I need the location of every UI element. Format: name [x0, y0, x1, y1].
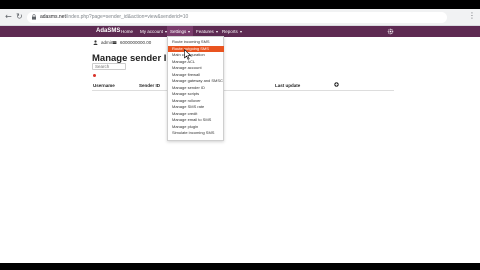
status-dot: [93, 74, 96, 77]
url-path: /index.php?page=sender_id&action=view&se…: [65, 14, 189, 20]
search-input[interactable]: [92, 63, 126, 70]
menu-item-route-outgoing-sms[interactable]: Route outgoing SMS: [168, 45, 224, 52]
nav-settings-label: Settings: [170, 29, 187, 34]
menu-item-manage-email-to-sms[interactable]: Manage email to SMS: [168, 117, 224, 123]
mouse-cursor-icon: [184, 49, 191, 60]
chevron-down-icon: [239, 30, 242, 33]
nav-my-account-label: My account: [140, 29, 164, 34]
menu-item-simulate-incoming-sms[interactable]: Simulate incoming SMS: [168, 130, 224, 136]
back-arrow-icon[interactable]: ←: [5, 13, 12, 21]
column-header-sender-id[interactable]: Sender ID: [139, 83, 160, 88]
column-header-username[interactable]: Username: [93, 83, 115, 88]
brand-logo[interactable]: AdaSMS: [96, 28, 120, 35]
credit-icon: [112, 41, 117, 44]
menu-item-manage-sender-id[interactable]: Manage sender ID: [168, 85, 224, 91]
lock-icon: [32, 14, 36, 20]
menu-item-manage-rollover[interactable]: Manage rollover: [168, 98, 224, 104]
menu-item-manage-gateway-smsc[interactable]: Manage gateway and SMSC: [168, 78, 224, 84]
reload-icon[interactable]: ↻: [16, 13, 23, 21]
url-text: adasms.net/index.php?page=sender_id&acti…: [40, 14, 188, 21]
nav-features-label: Features: [196, 29, 214, 34]
user-icon: [93, 40, 98, 45]
browser-bar: ← ↻ adasms.net/index.php?page=sender_id&…: [0, 9, 480, 26]
chevron-down-icon: [188, 30, 191, 33]
table-divider: [92, 90, 394, 91]
menu-item-manage-plugin[interactable]: Manage plugin: [168, 124, 224, 130]
menu-item-manage-credit[interactable]: Manage credit: [168, 111, 224, 117]
credit-value: 6000000000.00: [120, 40, 152, 45]
url-host: adasms.net: [40, 14, 66, 20]
nav-home[interactable]: Home: [118, 26, 136, 37]
browser-menu-icon[interactable]: ⋮: [468, 12, 476, 20]
chevron-down-icon: [215, 30, 218, 33]
menu-item-manage-firewall[interactable]: Manage firewall: [168, 72, 224, 78]
menu-item-main-configuration[interactable]: Main configuration: [168, 52, 224, 58]
nav-my-account[interactable]: My account: [137, 26, 170, 37]
menu-item-manage-scripts[interactable]: Manage scripts: [168, 91, 224, 97]
menu-item-route-incoming-sms[interactable]: Route incoming SMS: [168, 39, 224, 45]
gear-icon[interactable]: [387, 28, 394, 35]
menu-item-manage-account[interactable]: Manage account: [168, 65, 224, 71]
browser-viewport: ← ↻ adasms.net/index.php?page=sender_id&…: [0, 9, 480, 263]
nav-home-label: Home: [121, 29, 134, 34]
menu-item-manage-sms-rate[interactable]: Manage SMS rate: [168, 104, 224, 110]
menu-item-manage-acl[interactable]: Manage ACL: [168, 59, 224, 65]
nav-reports-label: Reports: [222, 29, 238, 34]
settings-dropdown-menu: Route incoming SMS Route outgoing SMS Ma…: [167, 36, 224, 141]
app-navbar: AdaSMS Home My account Settings Features…: [0, 26, 480, 37]
column-header-last-update[interactable]: Last update: [275, 83, 300, 88]
add-icon[interactable]: [334, 82, 339, 87]
